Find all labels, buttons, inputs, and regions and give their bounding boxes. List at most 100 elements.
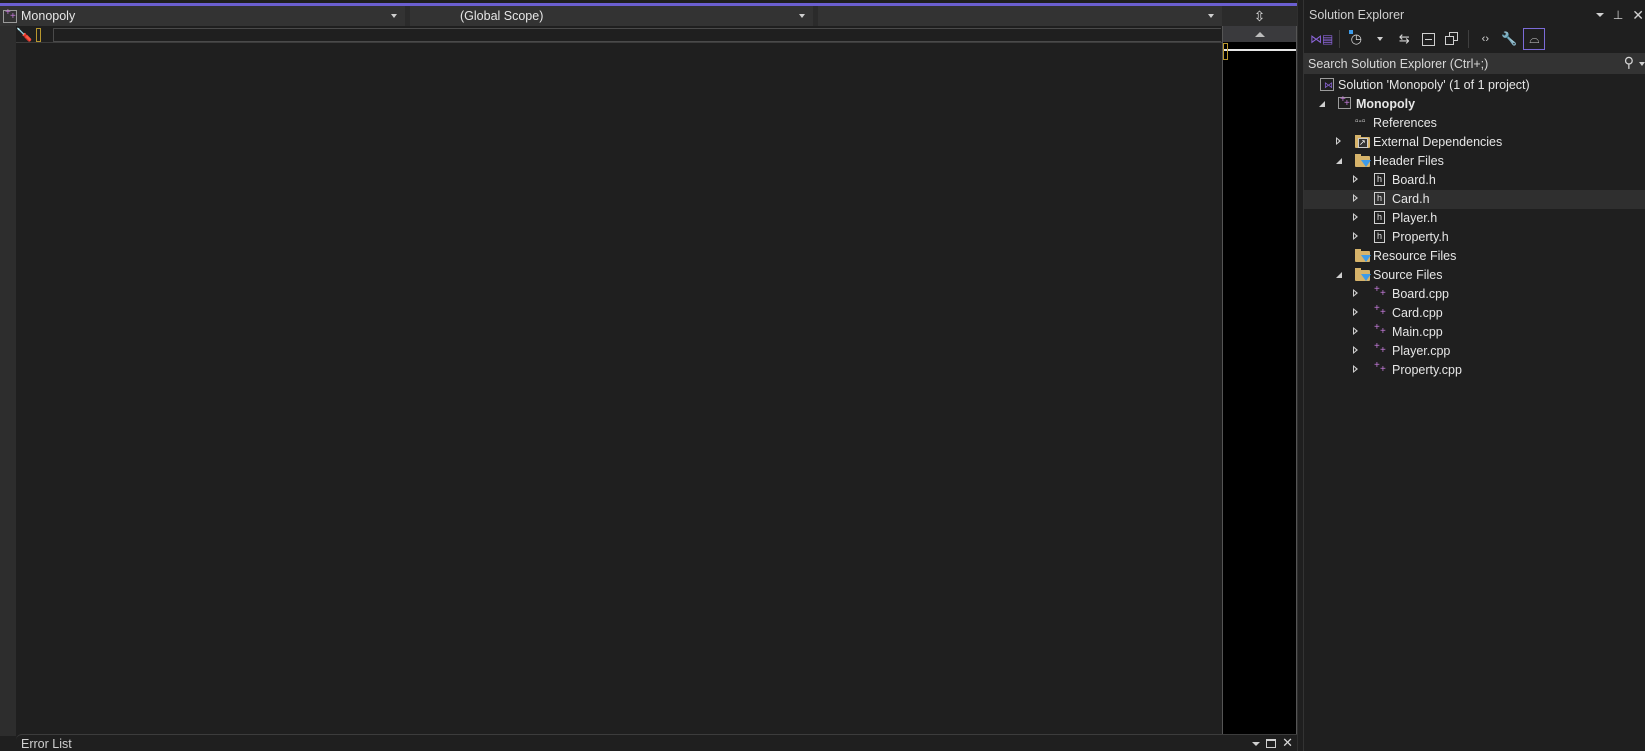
references-icon: ▫-▫: [1355, 116, 1366, 127]
toolbar-separator: [1468, 30, 1470, 48]
tree-item[interactable]: h Player.h: [1304, 209, 1645, 228]
scroll-up-button[interactable]: [1223, 26, 1296, 42]
cpp-project-icon: [1338, 94, 1351, 109]
switch-views-icon[interactable]: ⋈▤: [1310, 28, 1333, 50]
tree-item[interactable]: Source Files: [1304, 266, 1645, 285]
chevron-down-icon: [391, 14, 397, 18]
tree-item-label: External Dependencies: [1373, 135, 1503, 149]
window-options-icon[interactable]: [1595, 13, 1604, 17]
tree-item-label: Card.cpp: [1392, 306, 1443, 320]
tree-item[interactable]: Monopoly: [1304, 94, 1645, 114]
project-dropdown-value: Monopoly: [21, 9, 76, 23]
collapsed-arrow-icon[interactable]: [1351, 213, 1361, 223]
show-all-files-icon[interactable]: [1442, 28, 1462, 50]
sync-with-active-document-icon[interactable]: ⇆: [1394, 28, 1414, 50]
solution-explorer-search[interactable]: Search Solution Explorer (Ctrl+;) ⚲: [1304, 53, 1645, 74]
error-list-panel[interactable]: Error List ✕: [16, 734, 1303, 751]
filter-folder-icon: [1355, 268, 1371, 281]
tree-item-label: Card.h: [1392, 192, 1430, 206]
tree-item-label: Header Files: [1373, 154, 1444, 168]
toolbar-separator: [1339, 30, 1341, 48]
collapsed-arrow-icon[interactable]: [1351, 175, 1361, 185]
filter-folder-icon: [1355, 249, 1371, 262]
split-window-button[interactable]: ⇳: [1222, 6, 1297, 26]
preview-selected-items-icon[interactable]: ⌓: [1523, 28, 1546, 50]
expanded-arrow-icon[interactable]: [1317, 99, 1327, 109]
scroll-thumb[interactable]: [1223, 49, 1296, 51]
cpp-file-icon: + +: [1374, 284, 1386, 299]
tree-item[interactable]: h Board.h: [1304, 171, 1645, 190]
tree-item-label: Solution 'Monopoly' (1 of 1 project): [1338, 78, 1530, 92]
tree-item-label: Player.h: [1392, 211, 1438, 225]
view-code-icon[interactable]: ‹›: [1475, 28, 1495, 50]
collapsed-arrow-icon[interactable]: [1334, 137, 1344, 147]
tree-item[interactable]: + + Card.cpp: [1304, 303, 1645, 323]
maximize-icon[interactable]: [1266, 738, 1277, 748]
collapsed-arrow-icon[interactable]: [1351, 327, 1361, 337]
search-placeholder: Search Solution Explorer (Ctrl+;): [1308, 57, 1489, 71]
window-options-icon[interactable]: [1252, 742, 1261, 746]
search-options-icon[interactable]: [1639, 62, 1645, 66]
filter-dropdown-button[interactable]: [1370, 28, 1390, 50]
collapsed-arrow-icon[interactable]: [1351, 232, 1361, 242]
collapse-all-icon[interactable]: [1418, 28, 1438, 50]
expanded-arrow-icon[interactable]: [1334, 270, 1344, 280]
tree-item[interactable]: h Card.h: [1304, 190, 1645, 209]
member-dropdown[interactable]: [818, 6, 1222, 26]
solution-tree: Solution 'Monopoly' (1 of 1 project) Mono…: [1304, 76, 1645, 380]
collapsed-arrow-icon[interactable]: [1351, 365, 1361, 375]
collapsed-arrow-icon[interactable]: [1351, 308, 1361, 318]
tree-item[interactable]: + + Property.cpp: [1304, 360, 1645, 380]
solution-explorer-titlebar: Solution Explorer ⊥ ✕: [1304, 3, 1645, 25]
vertical-scrollbar-map[interactable]: [1222, 26, 1297, 736]
split-window-icon: ⇳: [1253, 7, 1266, 24]
cpp-file-icon: + +: [1374, 303, 1386, 318]
filter-folder-icon: [1355, 154, 1371, 167]
tree-item-label: Resource Files: [1373, 249, 1457, 263]
code-input-area[interactable]: [53, 28, 1221, 42]
chevron-down-icon: [799, 14, 805, 18]
scope-dropdown[interactable]: (Global Scope): [410, 6, 813, 26]
tree-item-label: Source Files: [1373, 268, 1443, 282]
tree-item-label: Property.h: [1392, 230, 1449, 244]
collapsed-arrow-icon[interactable]: [1351, 194, 1361, 204]
caret-marker: [1223, 43, 1228, 60]
expanded-arrow-icon[interactable]: [1334, 156, 1344, 166]
external-folder-icon: [1355, 135, 1370, 148]
tree-item[interactable]: Header Files: [1304, 152, 1645, 171]
collapsed-arrow-icon[interactable]: [1351, 346, 1361, 356]
pending-changes-filter-icon[interactable]: ◷: [1346, 28, 1366, 50]
chevron-down-icon: [1208, 14, 1214, 18]
tree-item[interactable]: + + Main.cpp: [1304, 322, 1645, 342]
tree-item[interactable]: External Dependencies: [1304, 133, 1645, 152]
close-icon[interactable]: ✕: [1632, 8, 1644, 22]
tree-item-label: Property.cpp: [1392, 363, 1462, 377]
project-dropdown[interactable]: Monopoly: [0, 6, 405, 26]
tree-item[interactable]: Solution 'Monopoly' (1 of 1 project): [1304, 76, 1645, 95]
header-file-icon: h: [1374, 211, 1385, 224]
arrow-up-icon: [1254, 31, 1265, 37]
properties-icon[interactable]: 🔧: [1499, 28, 1519, 50]
line-separator: [16, 42, 1222, 43]
tree-item[interactable]: Resource Files: [1304, 247, 1645, 266]
tree-item-label: Board.cpp: [1392, 287, 1449, 301]
solution-icon: [1320, 78, 1334, 91]
scope-dropdown-value: (Global Scope): [460, 9, 544, 23]
chevron-down-icon: [1377, 37, 1384, 41]
code-editor: Monopoly (Global Scope) ⇳ 🪛: [0, 0, 1297, 736]
cpp-file-icon: + +: [1374, 341, 1386, 356]
collapsed-arrow-icon[interactable]: [1351, 289, 1361, 299]
tree-item[interactable]: h Property.h: [1304, 228, 1645, 247]
tree-item[interactable]: + + Player.cpp: [1304, 341, 1645, 361]
close-icon[interactable]: ✕: [1282, 736, 1293, 749]
tree-item[interactable]: ▫-▫ References: [1304, 114, 1645, 133]
search-icon[interactable]: ⚲: [1624, 54, 1634, 71]
header-file-icon: h: [1374, 230, 1385, 243]
header-file-icon: h: [1374, 192, 1385, 205]
error-list-title[interactable]: Error List: [21, 737, 72, 751]
tree-item-label: Board.h: [1392, 173, 1436, 187]
solution-explorer-toolbar: ⋈▤ ◷ ⇆ ‹› 🔧 ⌓: [1304, 27, 1645, 51]
quick-actions-icon[interactable]: 🪛: [16, 27, 32, 43]
pin-icon[interactable]: ⊥: [1613, 8, 1623, 22]
tree-item[interactable]: + + Board.cpp: [1304, 284, 1645, 304]
